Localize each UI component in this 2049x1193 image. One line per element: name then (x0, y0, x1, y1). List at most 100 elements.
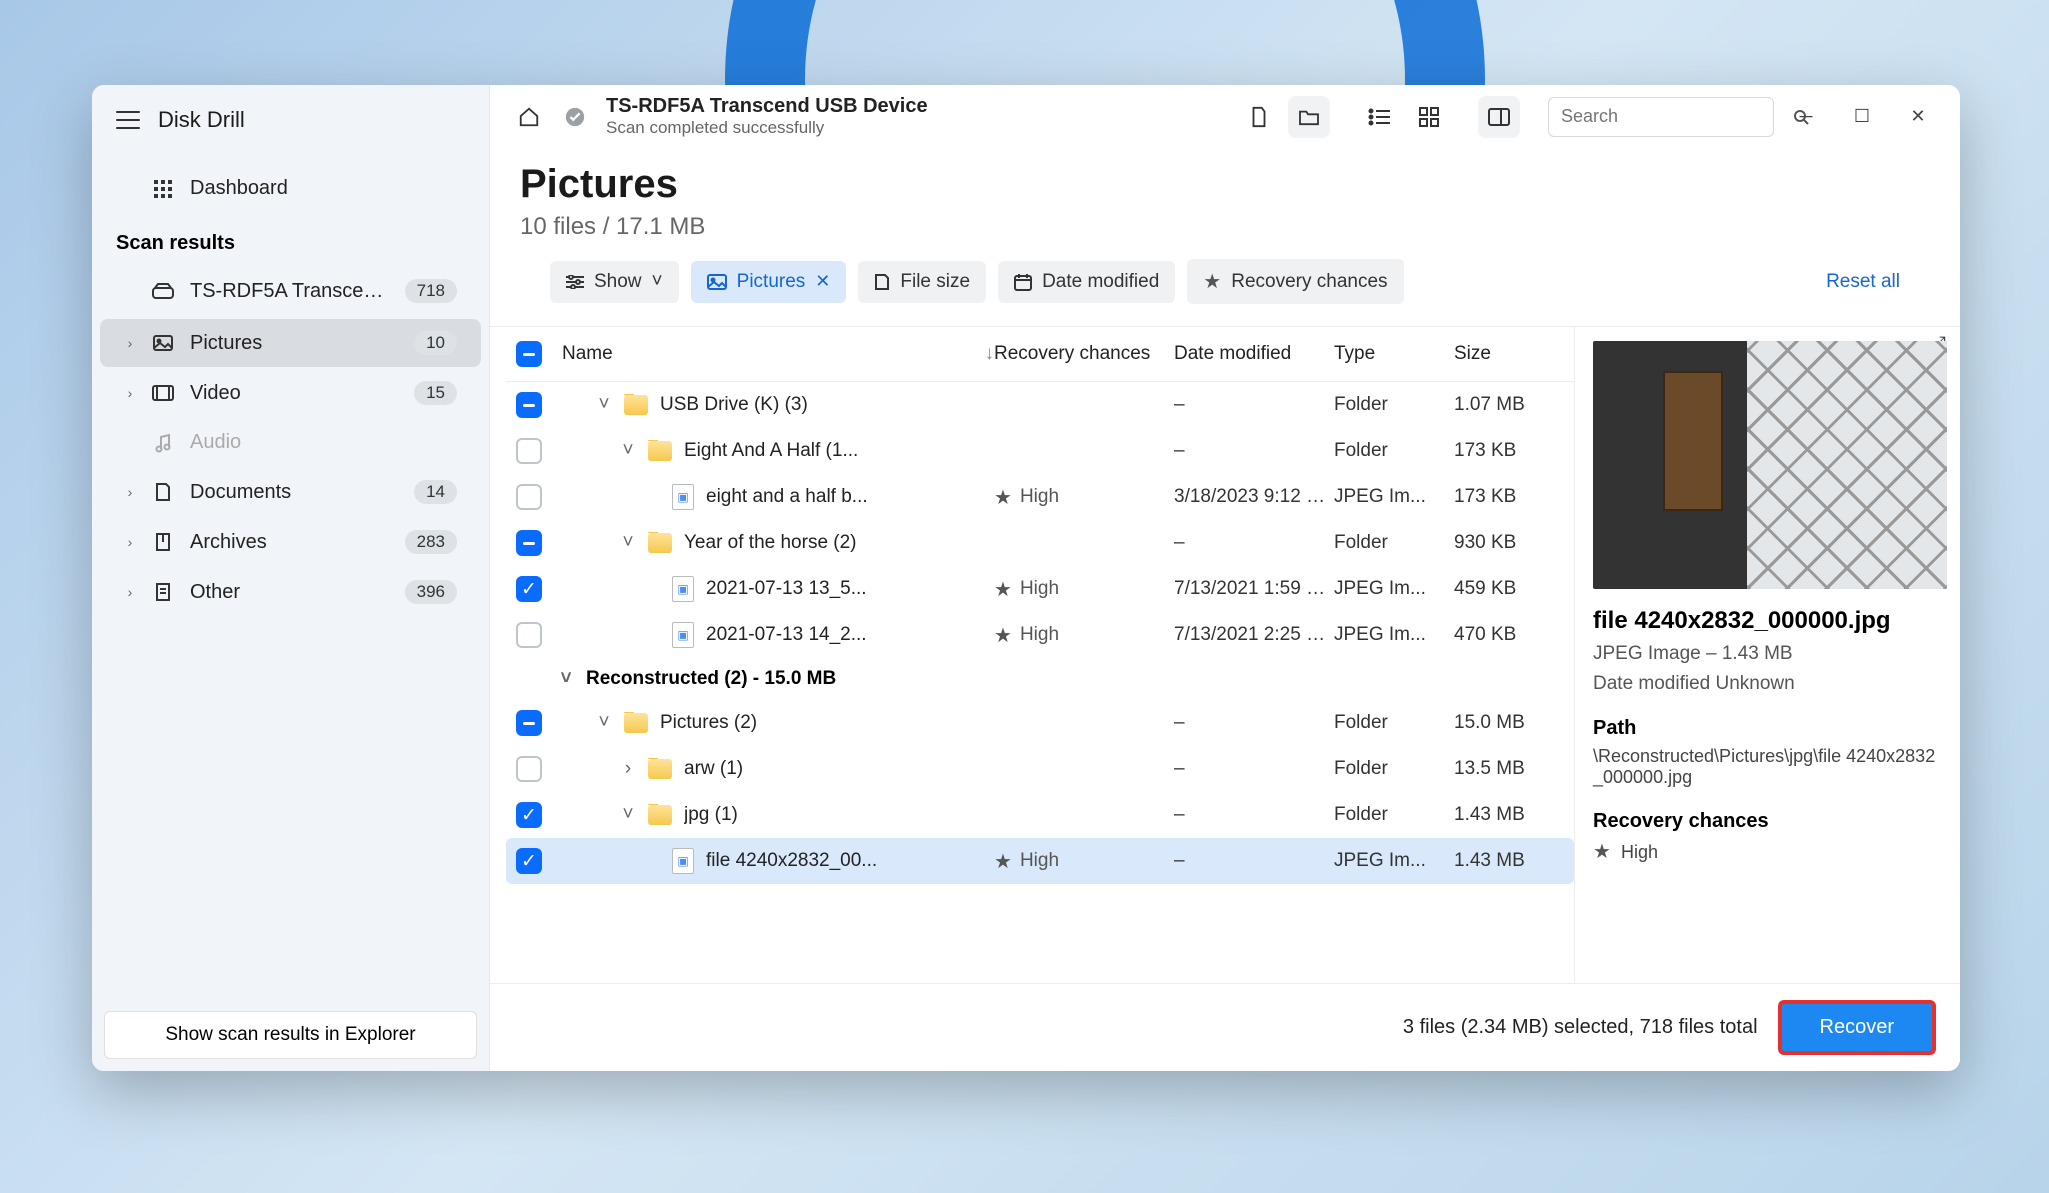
expand-toggle-icon[interactable]: ˅ (620, 440, 636, 462)
pictures-filter-chip[interactable]: Pictures ✕ (691, 261, 847, 303)
image-file-icon: ▣ (672, 622, 694, 648)
table-group-row[interactable]: ˅ Reconstructed (2) - 15.0 MB (506, 658, 1574, 700)
sidebar-item-badge: 10 (414, 331, 457, 355)
row-checkbox[interactable] (516, 756, 542, 782)
table-row[interactable]: ✓▣file 4240x2832_00...★High–JPEG Im...1.… (506, 838, 1574, 884)
preview-recovery-label: Recovery chances (1593, 810, 1942, 833)
row-checkbox[interactable]: ✓ (516, 576, 542, 602)
star-icon: ★ (994, 623, 1012, 648)
recovery-value: High (1020, 578, 1059, 600)
table-row[interactable]: ›arw (1)–Folder13.5 MB (506, 746, 1574, 792)
table-row[interactable]: ˅Eight And A Half (1...–Folder173 KB (506, 428, 1574, 474)
row-checkbox[interactable] (516, 622, 542, 648)
row-checkbox[interactable] (516, 438, 542, 464)
chevron-right-icon: › (124, 484, 136, 500)
maximize-button[interactable]: ☐ (1838, 97, 1886, 137)
preview-path-label: Path (1593, 717, 1942, 740)
sidebar-item-archives[interactable]: ›Archives283 (100, 518, 481, 566)
close-button[interactable]: ✕ (1894, 97, 1942, 137)
table-row[interactable]: ˅Year of the horse (2)–Folder930 KB (506, 520, 1574, 566)
expand-toggle-icon[interactable]: ˅ (596, 712, 612, 734)
sidebar-item-label: Audio (190, 431, 457, 454)
star-icon: ★ (1593, 841, 1611, 863)
home-button[interactable] (508, 96, 550, 138)
col-size[interactable]: Size (1454, 343, 1564, 365)
row-checkbox[interactable] (516, 392, 542, 418)
table-row[interactable]: ˅USB Drive (K) (3)–Folder1.07 MB (506, 382, 1574, 428)
sidebar-item-badge: 15 (414, 381, 457, 405)
pictures-icon (152, 332, 174, 354)
preview-meta: JPEG Image – 1.43 MB (1593, 643, 1942, 665)
col-type[interactable]: Type (1334, 343, 1454, 365)
sidebar-item-audio[interactable]: Audio (100, 419, 481, 466)
row-checkbox[interactable]: ✓ (516, 848, 542, 874)
page-header: Pictures 10 files / 17.1 MB Show ˅ Pictu… (490, 148, 1960, 327)
search-box[interactable] (1548, 97, 1774, 137)
expand-toggle-icon[interactable]: ˅ (620, 532, 636, 554)
row-date: – (1174, 394, 1334, 416)
date-filter-button[interactable]: Date modified (998, 261, 1175, 303)
col-recovery[interactable]: Recovery chances (994, 343, 1174, 365)
folder-view-button[interactable] (1288, 96, 1330, 138)
sidebar-item-documents[interactable]: ›Documents14 (100, 468, 481, 516)
show-filter-button[interactable]: Show ˅ (550, 261, 679, 303)
row-checkbox[interactable]: ✓ (516, 802, 542, 828)
expand-toggle-icon[interactable]: › (620, 758, 636, 780)
select-all-checkbox[interactable] (516, 341, 542, 367)
table-row[interactable]: ˅Pictures (2)–Folder15.0 MB (506, 700, 1574, 746)
col-name[interactable]: Name↓ (562, 343, 994, 365)
doc-view-button[interactable] (1238, 96, 1280, 138)
col-date[interactable]: Date modified (1174, 343, 1334, 365)
table-row[interactable]: ▣eight and a half b...★High3/18/2023 9:1… (506, 474, 1574, 520)
drive-icon (152, 280, 174, 302)
date-filter-label: Date modified (1042, 271, 1159, 293)
sidebar-dashboard-label: Dashboard (190, 177, 457, 200)
folder-icon (648, 441, 672, 461)
other-icon (152, 581, 174, 603)
recovery-filter-button[interactable]: ★ Recovery chances (1187, 259, 1403, 304)
star-icon: ★ (994, 485, 1012, 510)
sidebar-item-other[interactable]: ›Other396 (100, 568, 481, 616)
sidebar-item-pictures[interactable]: ›Pictures10 (100, 319, 481, 367)
row-date: – (1174, 850, 1334, 872)
image-file-icon: ▣ (672, 576, 694, 602)
archives-icon (152, 531, 174, 553)
status-bar: 3 files (2.34 MB) selected, 718 files to… (490, 983, 1960, 1071)
reset-all-link[interactable]: Reset all (1826, 271, 1900, 293)
chevron-right-icon: › (124, 584, 136, 600)
table-row[interactable]: ▣2021-07-13 14_2...★High7/13/2021 2:25 P… (506, 612, 1574, 658)
clear-filter-icon[interactable]: ✕ (815, 271, 830, 292)
row-checkbox[interactable] (516, 710, 542, 736)
recovery-filter-label: Recovery chances (1231, 271, 1387, 293)
row-type: Folder (1334, 712, 1454, 734)
recover-button[interactable]: Recover (1778, 1000, 1936, 1055)
row-name: eight and a half b... (706, 486, 868, 508)
sidebar-item-video[interactable]: ›Video15 (100, 369, 481, 417)
minimize-button[interactable]: ─ (1782, 97, 1830, 137)
table-row[interactable]: ✓▣2021-07-13 13_5...★High7/13/2021 1:59 … (506, 566, 1574, 612)
expand-toggle-icon[interactable]: ˅ (620, 804, 636, 826)
row-size: 13.5 MB (1454, 758, 1564, 780)
row-name: 2021-07-13 14_2... (706, 624, 867, 646)
grid-view-button[interactable] (1408, 96, 1450, 138)
show-in-explorer-button[interactable]: Show scan results in Explorer (104, 1011, 477, 1059)
hamburger-menu-icon[interactable] (116, 111, 140, 129)
preview-filename: file 4240x2832_000000.jpg (1593, 607, 1942, 635)
search-input[interactable] (1561, 106, 1793, 127)
sidebar-device[interactable]: TS-RDF5A Transcend US... 718 (100, 267, 481, 315)
table-row[interactable]: ✓˅jpg (1)–Folder1.43 MB (506, 792, 1574, 838)
grid-icon (152, 178, 174, 200)
file-size-filter-button[interactable]: File size (858, 261, 986, 303)
show-filter-label: Show (594, 271, 642, 293)
status-check-icon (564, 106, 586, 128)
list-view-button[interactable] (1358, 96, 1400, 138)
row-checkbox[interactable] (516, 484, 542, 510)
selection-summary: 3 files (2.34 MB) selected, 718 files to… (1403, 1016, 1758, 1039)
chevron-down-icon[interactable]: ˅ (558, 668, 574, 690)
panel-toggle-button[interactable] (1478, 96, 1520, 138)
expand-toggle-icon[interactable]: ˅ (596, 394, 612, 416)
group-label: Reconstructed (2) - 15.0 MB (586, 668, 836, 690)
row-checkbox[interactable] (516, 530, 542, 556)
sort-arrow-icon: ↓ (985, 343, 995, 365)
sidebar-dashboard[interactable]: Dashboard (100, 165, 481, 212)
